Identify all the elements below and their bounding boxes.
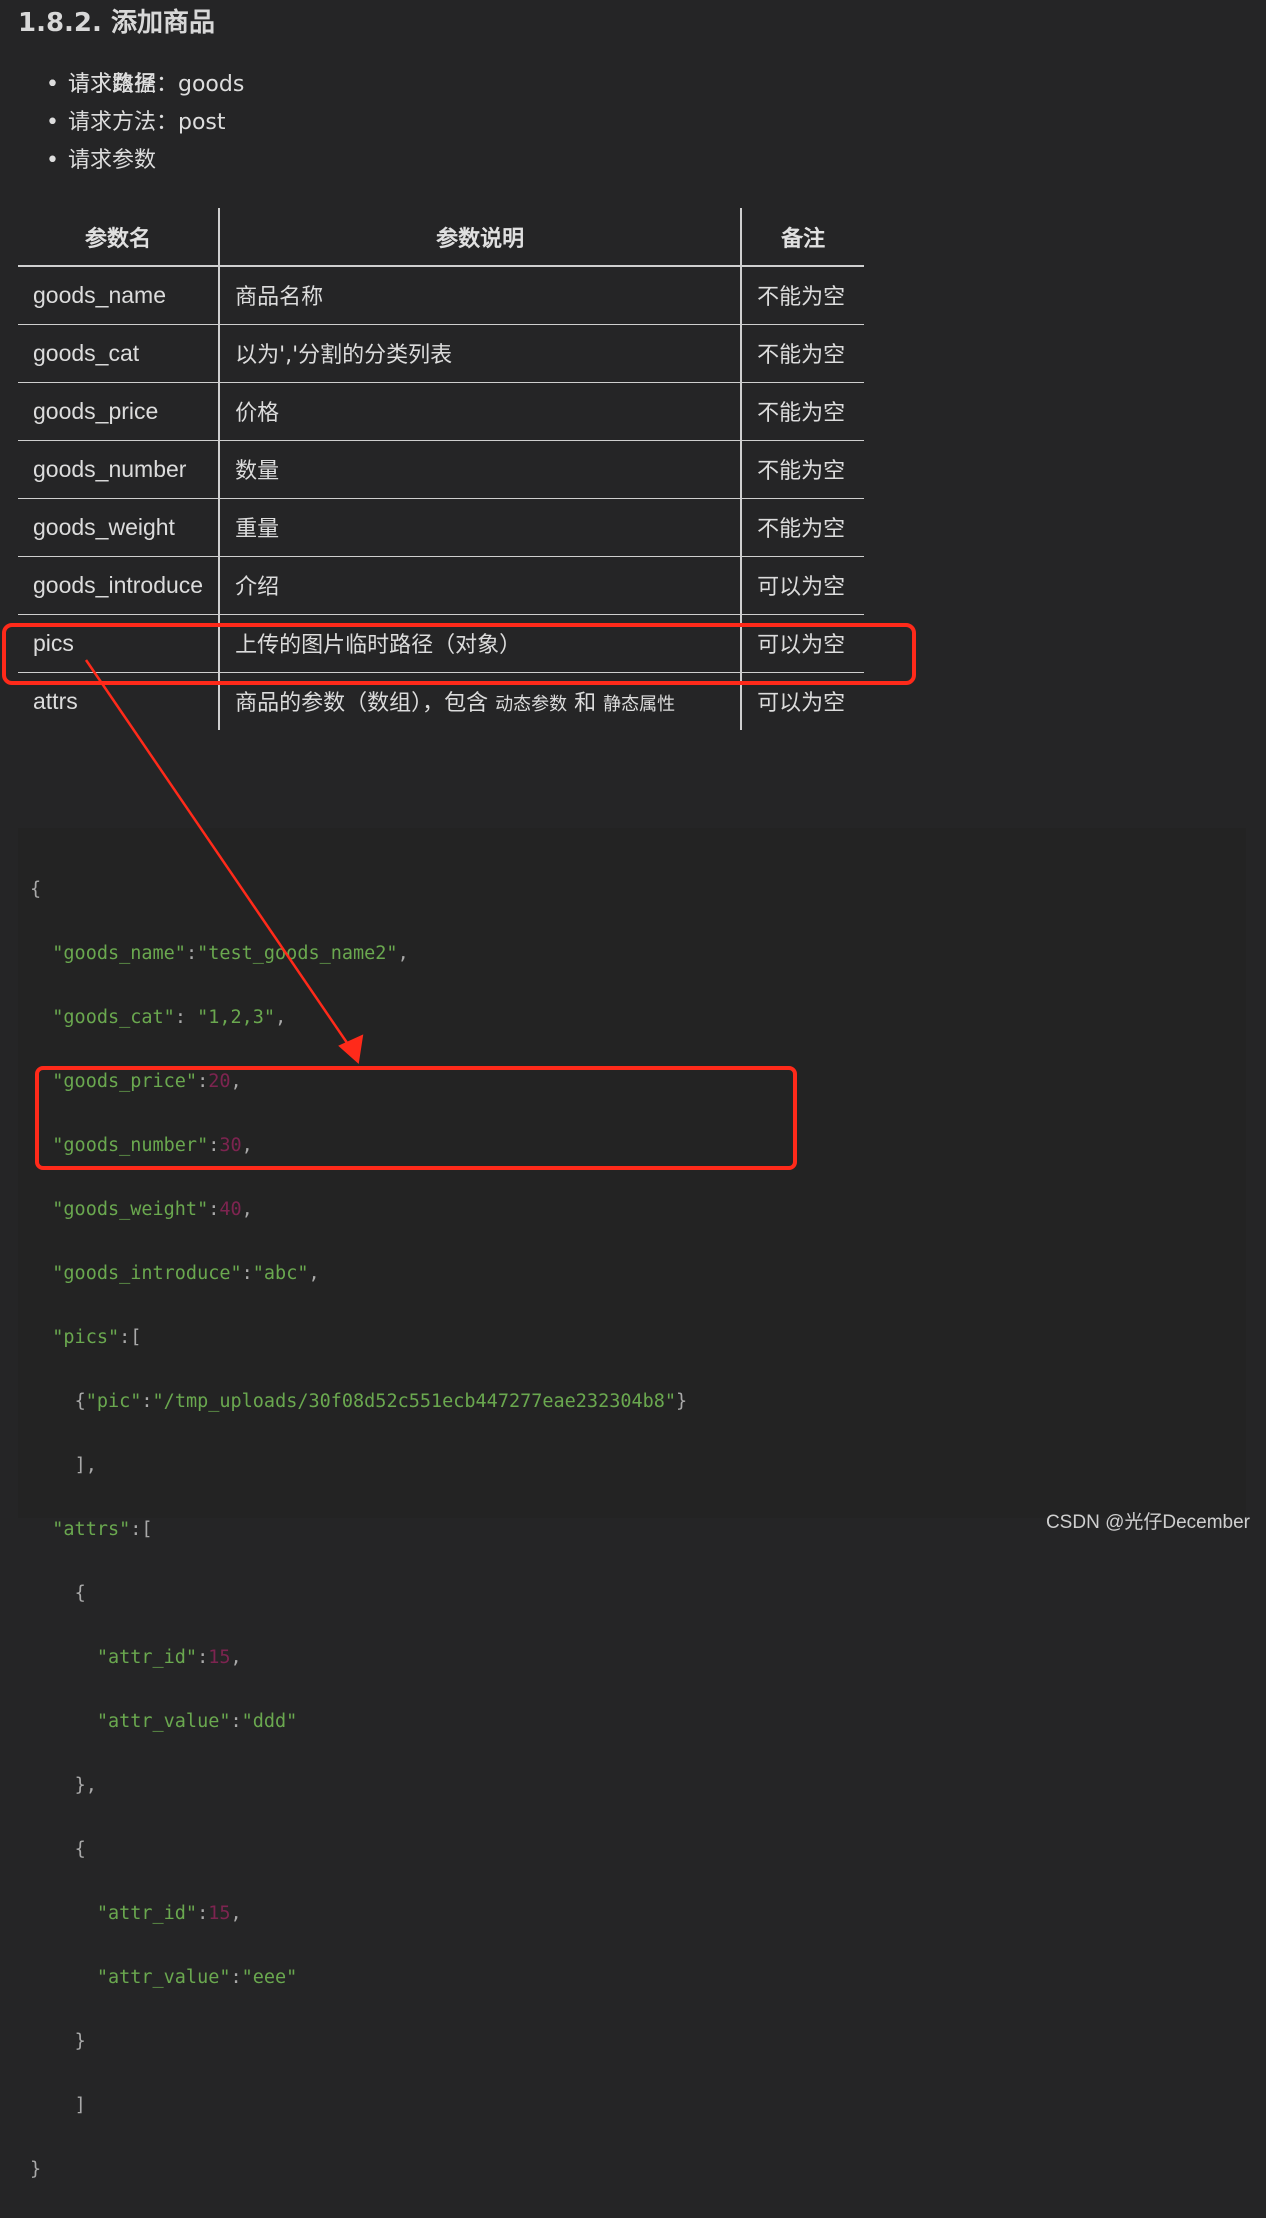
param-note: 不能为空 bbox=[741, 498, 865, 557]
param-note: 不能为空 bbox=[741, 440, 865, 499]
desc-static-attrs: 静态属性 bbox=[603, 694, 676, 716]
table-row: goods_name 商品名称 不能为空 bbox=[18, 266, 865, 325]
param-desc: 上传的图片临时路径（对象） bbox=[219, 614, 743, 673]
code-punct: { bbox=[30, 879, 42, 900]
param-name: goods_name bbox=[18, 266, 221, 325]
param-name: goods_price bbox=[18, 382, 221, 441]
request-data-list: 请求数据 bbox=[46, 66, 156, 104]
code-line: { bbox=[30, 874, 1246, 906]
code-number: 40 bbox=[219, 1199, 242, 1220]
code-line: "goods_introduce":"abc", bbox=[52, 1263, 320, 1284]
code-key: "attrs" bbox=[52, 1519, 131, 1540]
code-number: 20 bbox=[208, 1071, 231, 1092]
code-line: } bbox=[74, 2031, 86, 2052]
code-key: "attr_id" bbox=[96, 1647, 198, 1668]
desc-main: 商品的参数（数组），包含 bbox=[235, 691, 489, 717]
table-row-pics: pics 上传的图片临时路径（对象） 可以为空 bbox=[18, 614, 865, 673]
param-desc: 商品名称 bbox=[219, 266, 743, 325]
param-name: goods_cat bbox=[18, 324, 221, 383]
code-key: "pics" bbox=[52, 1327, 120, 1348]
param-name: attrs bbox=[18, 672, 221, 730]
code-number: 15 bbox=[208, 1903, 231, 1924]
code-key: "goods_price" bbox=[52, 1071, 198, 1092]
code-key: "goods_name" bbox=[52, 943, 186, 964]
desc-and: 和 bbox=[574, 691, 597, 717]
watermark: CSDN @光仔December bbox=[1045, 1512, 1250, 1533]
code-line: "pics":[ bbox=[52, 1327, 142, 1348]
code-string: "1,2,3" bbox=[197, 1007, 276, 1028]
code-line: "goods_number":30, bbox=[52, 1135, 253, 1156]
code-string: "abc" bbox=[252, 1263, 309, 1284]
table-row: goods_number 数量 不能为空 bbox=[18, 440, 865, 499]
param-note: 可以为空 bbox=[757, 691, 846, 717]
param-name: goods_introduce bbox=[18, 556, 221, 615]
code-string: "ddd" bbox=[241, 1711, 298, 1732]
table-row: goods_price 价格 不能为空 bbox=[18, 382, 865, 441]
code-line: ] bbox=[74, 2095, 86, 2116]
code-key: "pic" bbox=[85, 1391, 142, 1412]
param-desc: 价格 bbox=[219, 382, 743, 441]
list-item-method: 请求方法：post bbox=[46, 104, 244, 142]
header-param-name: 参数名 bbox=[18, 208, 221, 267]
code-line: ], bbox=[74, 1455, 97, 1476]
code-line: {"pic":"/tmp_uploads/30f08d52c551ecb4472… bbox=[74, 1391, 688, 1412]
code-string: "eee" bbox=[241, 1967, 298, 1988]
param-note: 可以为空 bbox=[741, 614, 865, 673]
param-note: 不能为空 bbox=[741, 266, 865, 325]
code-key: "attr_value" bbox=[96, 1711, 231, 1732]
section-heading: 1.8.2. 添加商品 bbox=[18, 8, 215, 38]
code-line: } bbox=[30, 2154, 1246, 2186]
code-line: { bbox=[74, 1583, 86, 1604]
code-number: 30 bbox=[219, 1135, 242, 1156]
header-param-desc: 参数说明 bbox=[219, 208, 743, 267]
code-line: "goods_cat": "1,2,3", bbox=[52, 1007, 287, 1028]
param-note: 可以为空 bbox=[741, 556, 865, 615]
code-line: { bbox=[74, 1839, 86, 1860]
param-desc: 以为','分割的分类列表 bbox=[219, 324, 743, 383]
code-key: "attr_id" bbox=[96, 1903, 198, 1924]
list-item-request-data: 请求数据 bbox=[46, 66, 156, 104]
param-name: goods_number bbox=[18, 440, 221, 499]
table-row: goods_introduce 介绍 可以为空 bbox=[18, 556, 865, 615]
param-desc: 商品的参数（数组），包含 动态参数 和 静态属性 bbox=[219, 672, 743, 730]
code-number: 15 bbox=[208, 1647, 231, 1668]
code-line: "attr_id":15, bbox=[96, 1647, 242, 1668]
param-name: pics bbox=[18, 614, 221, 673]
code-line: "attr_value":"eee" bbox=[96, 1967, 298, 1988]
code-key: "attr_value" bbox=[96, 1967, 231, 1988]
header-note: 备注 bbox=[741, 208, 865, 267]
code-line: "goods_price":20, bbox=[52, 1071, 242, 1092]
code-key: "goods_number" bbox=[52, 1135, 209, 1156]
param-name: goods_weight bbox=[18, 498, 221, 557]
code-string: "/tmp_uploads/30f08d52c551ecb447277eae23… bbox=[152, 1391, 677, 1412]
param-note: 不能为空 bbox=[741, 382, 865, 441]
code-line: "attr_value":"ddd" bbox=[96, 1711, 298, 1732]
code-line: }, bbox=[74, 1775, 97, 1796]
list-item-params: 请求参数 bbox=[46, 142, 244, 180]
param-desc: 数量 bbox=[219, 440, 743, 499]
params-table: 参数名 参数说明 备注 goods_name 商品名称 不能为空 goods_c… bbox=[18, 208, 865, 730]
table-header-row: 参数名 参数说明 备注 bbox=[18, 208, 865, 267]
table-row: goods_cat 以为','分割的分类列表 不能为空 bbox=[18, 324, 865, 383]
param-desc: 重量 bbox=[219, 498, 743, 557]
table-row: goods_weight 重量 不能为空 bbox=[18, 498, 865, 557]
code-key: "goods_cat" bbox=[52, 1007, 175, 1028]
code-line: "goods_name":"test_goods_name2", bbox=[52, 943, 409, 964]
table-row-attrs: attrs 商品的参数（数组），包含 动态参数 和 静态属性 可以为空 bbox=[18, 672, 864, 730]
code-key: "goods_weight" bbox=[52, 1199, 209, 1220]
code-punct: } bbox=[30, 2159, 42, 2180]
code-block: { "goods_name":"test_goods_name2", "good… bbox=[18, 828, 1246, 2180]
code-string: "test_goods_name2" bbox=[197, 943, 398, 964]
param-note: 不能为空 bbox=[741, 324, 865, 383]
code-key: "goods_introduce" bbox=[52, 1263, 242, 1284]
desc-dynamic-params: 动态参数 bbox=[495, 694, 568, 716]
code-line: "goods_weight":40, bbox=[52, 1199, 253, 1220]
code-line: "attr_id":15, bbox=[96, 1903, 242, 1924]
param-desc: 介绍 bbox=[219, 556, 743, 615]
